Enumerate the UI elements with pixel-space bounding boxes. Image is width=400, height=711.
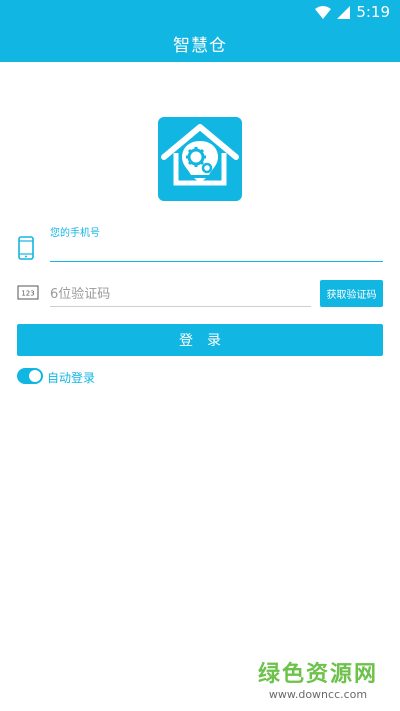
auto-login-toggle[interactable] [17, 368, 43, 384]
login-button[interactable]: 登录 [17, 324, 383, 356]
auto-login-label: 自动登录 [47, 371, 96, 385]
get-code-button[interactable]: 获取验证码 [320, 280, 383, 307]
verification-code-input[interactable] [50, 283, 311, 307]
toggle-knob [29, 370, 41, 382]
watermark-url: www.downcc.com [268, 688, 368, 701]
svg-text:123: 123 [21, 290, 34, 298]
status-time: 5:19 [356, 3, 390, 21]
signal-icon [337, 5, 351, 19]
page-title: 智慧仓 [173, 35, 227, 56]
status-bar: 5:19 [0, 0, 400, 24]
phone-number-input[interactable] [50, 240, 383, 262]
phone-field-label: 您的手机号 [50, 228, 100, 239]
code-123-icon: 123 [17, 285, 39, 300]
app-bar: 智慧仓 [0, 24, 400, 62]
watermark: 绿色资源网 www.downcc.com [258, 656, 378, 701]
app-logo [158, 117, 242, 201]
watermark-title: 绿色资源网 [257, 662, 378, 687]
wifi-icon [315, 5, 332, 19]
house-bulb-gear-logo-icon [161, 124, 239, 186]
phone-icon [18, 236, 34, 260]
